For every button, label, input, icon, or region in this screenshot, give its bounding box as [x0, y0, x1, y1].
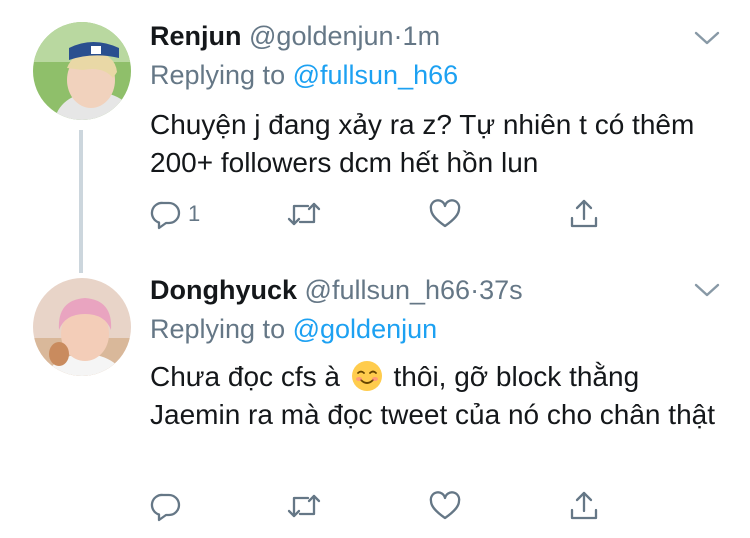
display-name[interactable]: Donghyuck	[150, 275, 297, 305]
tweet[interactable]: Renjun @goldenjun·1m Replying to @fullsu…	[0, 0, 750, 273]
like-icon	[429, 199, 461, 228]
replying-to: Replying to @goldenjun	[150, 313, 437, 345]
avatar[interactable]	[33, 278, 131, 376]
like-button[interactable]	[428, 196, 462, 232]
avatar[interactable]	[33, 22, 131, 120]
like-button[interactable]	[428, 488, 462, 524]
user-handle[interactable]: @goldenjun	[249, 21, 394, 51]
chevron-down-icon[interactable]	[694, 30, 720, 46]
retweet-icon	[287, 202, 321, 226]
reply-count: 1	[188, 201, 201, 226]
retweet-button[interactable]	[286, 488, 322, 524]
chevron-down-icon[interactable]	[694, 282, 720, 298]
replying-label: Replying to	[150, 314, 286, 344]
timestamp[interactable]: 1m	[403, 21, 441, 51]
separator-dot: ·	[393, 21, 403, 51]
mention-link[interactable]: @goldenjun	[293, 314, 438, 344]
separator-dot: ·	[470, 275, 480, 305]
share-icon	[570, 491, 598, 520]
like-icon	[429, 491, 461, 520]
mention-link[interactable]: @fullsun_h66	[293, 60, 459, 90]
relieved-face-emoji-icon	[351, 361, 382, 391]
tweet[interactable]: Donghyuck @fullsun_h66·37s Replying to @…	[0, 268, 750, 538]
timestamp[interactable]: 37s	[479, 275, 523, 305]
replying-to: Replying to @fullsun_h66	[150, 59, 458, 91]
reply-button[interactable]	[150, 488, 188, 524]
reply-icon	[150, 493, 181, 522]
tweet-actions: 1	[150, 196, 610, 232]
thread-connector-line	[79, 130, 83, 273]
replying-label: Replying to	[150, 60, 286, 90]
reply-button[interactable]: 1	[150, 196, 200, 232]
tweet-actions	[150, 488, 610, 524]
retweet-button[interactable]	[286, 196, 322, 232]
reply-icon	[150, 201, 181, 230]
tweet-header: Renjun @goldenjun·1m	[150, 20, 440, 52]
display-name[interactable]: Renjun	[150, 21, 242, 51]
share-icon	[570, 199, 598, 228]
user-handle[interactable]: @fullsun_h66	[305, 275, 471, 305]
tweet-text: Chưa đọc cfs à thôi, gỡ block thằng Jaem…	[150, 358, 725, 434]
tweet-text-part: Chưa đọc cfs à	[150, 361, 340, 392]
share-button[interactable]	[568, 488, 600, 524]
tweet-text: Chuyện j đang xảy ra z? Tự nhiên t có th…	[150, 109, 695, 178]
tweet-header: Donghyuck @fullsun_h66·37s	[150, 274, 523, 306]
share-button[interactable]	[568, 196, 600, 232]
retweet-icon	[287, 494, 321, 518]
